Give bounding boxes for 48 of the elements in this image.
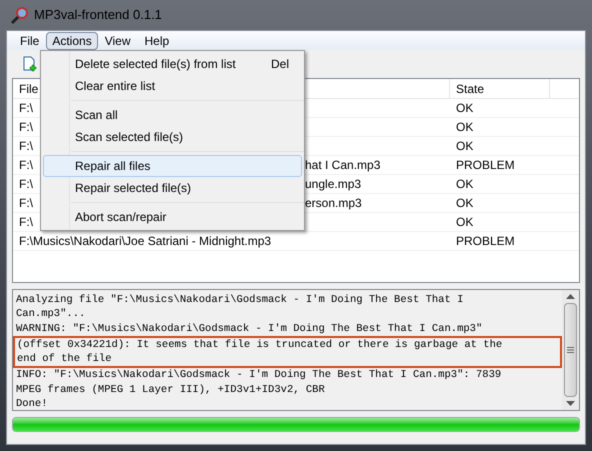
state-cell-text: OK xyxy=(455,214,474,231)
file-path: F:\ xyxy=(19,195,33,212)
file-path: F:\Musics\Nakodari\Joe Satriani - Midnight.mp3 xyxy=(19,233,272,250)
state-cell-text: OK xyxy=(455,119,474,136)
log-line: (offset 0x34221d): It seems that file is truncated or there is garbage at the xyxy=(17,338,504,352)
add-file-icon[interactable] xyxy=(22,56,38,72)
log-line: INFO: "F:\Musics\Nakodari\Godsmack - I'm Doing The Best That I Can.mp3": 7839 xyxy=(16,368,502,383)
file-path: ungle.mp3 xyxy=(305,176,362,193)
menu-option[interactable]: Scan selected file(s) xyxy=(43,126,302,148)
down-arrow-icon[interactable] xyxy=(566,401,575,407)
column-header[interactable]: State xyxy=(450,79,550,98)
state-cell-text: PROBLEM xyxy=(455,233,516,250)
scrollbar-thumb[interactable] xyxy=(564,303,577,397)
file-path: erson.mp3 xyxy=(305,195,362,212)
file-path: F:\ xyxy=(19,100,33,117)
log-line: Done! xyxy=(16,397,49,412)
menu-item[interactable]: Help xyxy=(138,32,176,50)
file-path: hat I Can.mp3 xyxy=(305,157,380,174)
menu-option[interactable]: Repair all files xyxy=(43,155,302,177)
menu-option[interactable]: Repair selected file(s) xyxy=(43,177,302,199)
menu-item[interactable]: Actions xyxy=(46,32,98,50)
file-path: F:\ xyxy=(19,138,33,155)
state-cell-text: OK xyxy=(455,100,474,117)
menu-option[interactable]: Abort scan/repair xyxy=(43,206,302,228)
menu-option[interactable]: Delete selected file(s) from list Del xyxy=(43,53,302,75)
log-line: Analyzing file "F:\Musics\Nakodari\Godsmack - I'm Doing The Best That I xyxy=(16,293,464,308)
state-cell-text: OK xyxy=(455,176,474,193)
menu-option[interactable]: Clear entire list xyxy=(43,75,302,97)
scrollbar[interactable] xyxy=(562,290,579,410)
state-cell-text: PROBLEM xyxy=(455,157,516,174)
file-path: F:\ xyxy=(19,176,33,193)
file-path: F:\ xyxy=(19,119,33,136)
log-line: Can.mp3"... xyxy=(16,307,86,322)
shortcut-label: Del xyxy=(270,56,289,73)
log-line: WARNING: "F:\Musics\Nakodari\Godsmack - I'm Doing The Best That I Can.mp3" xyxy=(16,322,484,336)
menu-option[interactable]: Scan all xyxy=(43,104,302,126)
window-title: MP3val-frontend 0.1.1 xyxy=(34,6,162,24)
up-arrow-icon[interactable] xyxy=(566,293,575,299)
state-cell-text: OK xyxy=(455,138,474,155)
file-path: F:\ xyxy=(19,214,33,231)
magnifier-app-icon xyxy=(10,6,30,24)
menu-item[interactable]: File xyxy=(13,32,46,50)
log-line: end of the file xyxy=(17,352,113,366)
grip-icon xyxy=(567,347,574,353)
file-path: F:\ xyxy=(19,157,33,174)
menu-item[interactable]: View xyxy=(98,32,138,50)
state-cell-text: OK xyxy=(455,195,474,212)
log-line: MPEG frames (MPEG 1 Layer III), +ID3v1+ID3v2, CBR xyxy=(16,382,326,398)
